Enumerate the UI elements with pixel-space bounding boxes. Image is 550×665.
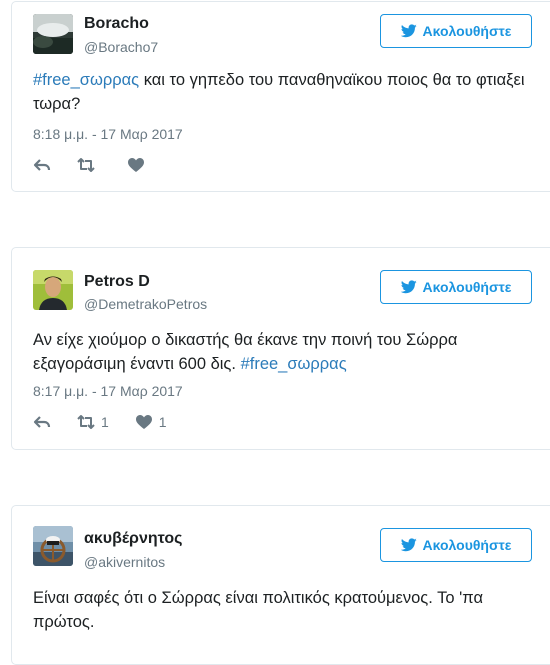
display-name[interactable]: ακυβέρνητος	[84, 530, 182, 548]
twitter-bird-icon	[400, 280, 417, 294]
follow-button[interactable]: Ακολουθήστε	[380, 14, 532, 48]
display-name[interactable]: Boracho	[84, 15, 149, 33]
retweet-button[interactable]	[77, 157, 101, 173]
follow-button[interactable]: Ακολουθήστε	[380, 270, 532, 304]
timestamp[interactable]: 8:18 μ.μ. - 17 Μαρ 2017	[33, 126, 183, 142]
follow-button[interactable]: Ακολουθήστε	[380, 528, 532, 562]
user-handle[interactable]: @akivernitos	[84, 554, 165, 570]
like-button[interactable]: 1	[135, 414, 167, 430]
tweet-actions: 1 1	[33, 414, 193, 430]
heart-icon	[135, 415, 152, 429]
reply-icon	[33, 159, 51, 171]
tweet-card: Petros D @DemetrakoPetros Ακολουθήστε Αν…	[11, 247, 550, 450]
user-handle[interactable]: @Boracho7	[84, 39, 158, 55]
tweet-text: #free_σωρρας και το γηπεδο του παναθηναϊ…	[33, 68, 533, 116]
reply-button[interactable]	[33, 157, 51, 173]
like-button[interactable]	[127, 157, 151, 173]
tweet-actions	[33, 157, 177, 173]
reply-icon	[33, 416, 51, 428]
tweet-text: Είναι σαφές ότι ο Σώρρας είναι πολιτικός…	[33, 589, 483, 631]
retweet-icon	[77, 158, 95, 172]
like-count: 1	[158, 414, 167, 430]
retweet-count: 1	[101, 414, 109, 430]
follow-button-label: Ακολουθήστε	[422, 23, 512, 39]
twitter-bird-icon	[400, 24, 417, 38]
reply-button[interactable]	[33, 414, 51, 430]
heart-icon	[128, 158, 144, 172]
avatar[interactable]	[33, 270, 73, 310]
retweet-icon	[77, 415, 95, 429]
retweet-button[interactable]: 1	[77, 414, 109, 430]
tweet-text: Αν είχε χιούμορ ο δικαστής θα έκανε την …	[33, 328, 533, 376]
user-handle[interactable]: @DemetrakoPetros	[84, 296, 207, 312]
timestamp[interactable]: 8:17 μ.μ. - 17 Μαρ 2017	[33, 383, 183, 399]
tweet-card: Boracho @Boracho7 Ακολουθήστε #free_σωρρ…	[11, 1, 550, 192]
display-name[interactable]: Petros D	[84, 273, 150, 291]
avatar[interactable]	[33, 14, 73, 54]
follow-button-label: Ακολουθήστε	[422, 279, 512, 295]
hashtag-link[interactable]: #free_σωρρας	[33, 71, 139, 89]
follow-button-label: Ακολουθήστε	[422, 537, 512, 553]
twitter-bird-icon	[400, 538, 417, 552]
tweet-card: ακυβέρνητος @akivernitos Ακολουθήστε Είν…	[11, 505, 550, 665]
avatar[interactable]	[33, 526, 73, 566]
hashtag-link[interactable]: #free_σωρρας	[241, 355, 347, 373]
